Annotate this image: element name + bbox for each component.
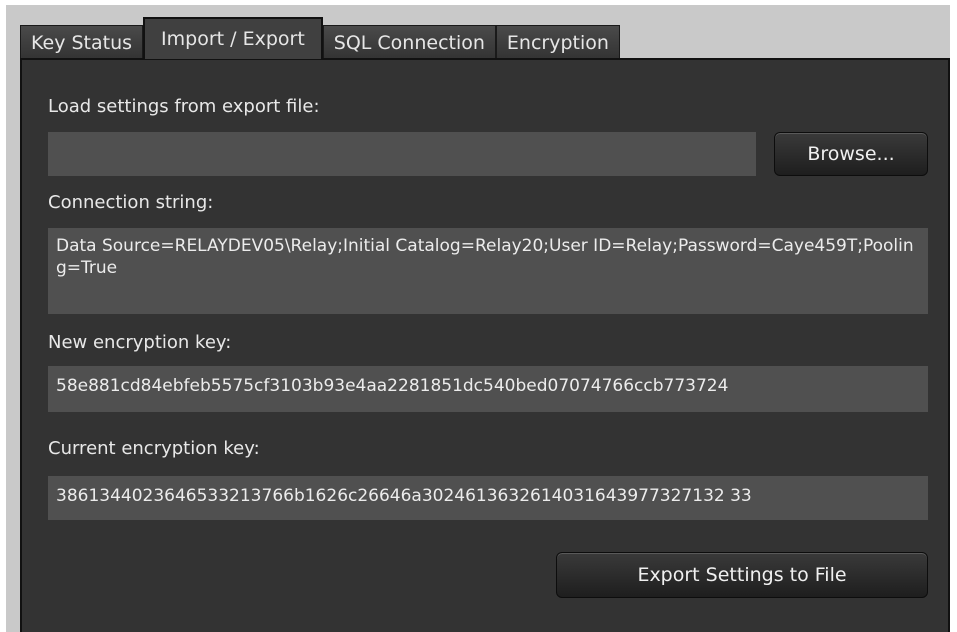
new-encryption-key-field[interactable]: 58e881cd84ebfeb5575cf3103b93e4aa2281851d… xyxy=(48,366,928,412)
connection-string-label: Connection string: xyxy=(48,192,214,213)
load-settings-label: Load settings from export file: xyxy=(48,96,320,117)
tab-sql-connection[interactable]: SQL Connection xyxy=(322,25,496,59)
tab-strip: Key Status Import / Export SQL Connectio… xyxy=(20,17,620,59)
new-encryption-key-label: New encryption key: xyxy=(48,332,232,353)
import-export-panel: Load settings from export file: Browse..… xyxy=(20,58,950,632)
tab-encryption[interactable]: Encryption xyxy=(495,25,620,59)
current-encryption-key-label: Current encryption key: xyxy=(48,438,260,459)
tab-key-status[interactable]: Key Status xyxy=(20,25,144,59)
export-file-input[interactable] xyxy=(48,132,756,176)
connection-string-field[interactable]: Data Source=RELAYDEV05\Relay;Initial Cat… xyxy=(48,228,928,314)
browse-button[interactable]: Browse... xyxy=(774,132,928,176)
tab-import-export[interactable]: Import / Export xyxy=(143,17,323,59)
export-settings-button[interactable]: Export Settings to File xyxy=(556,552,928,598)
settings-window: Key Status Import / Export SQL Connectio… xyxy=(6,5,950,632)
current-encryption-key-field[interactable]: 3861344023646533213766b1626c26646a302461… xyxy=(48,476,928,520)
